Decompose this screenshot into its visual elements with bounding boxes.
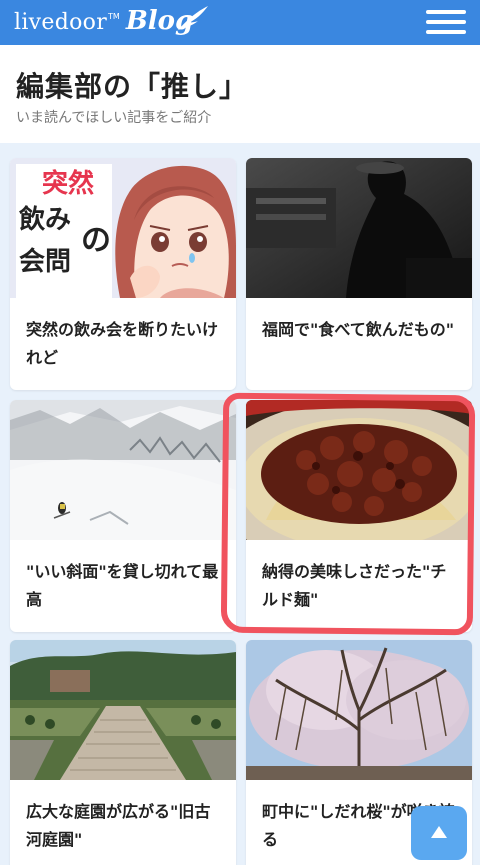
article-thumbnail-5 xyxy=(10,640,236,780)
thumb1-line-1: 突然 xyxy=(42,168,94,199)
feather-icon xyxy=(176,6,208,32)
article-thumbnail-4 xyxy=(246,400,472,540)
article-card-3[interactable]: "いい斜面"を貸し切れて最高 xyxy=(10,400,236,632)
article-title-5: 広大な庭園が広がる"旧古河庭園" xyxy=(26,802,211,849)
section-subtitle: いま読んでほしい記事をご紹介 xyxy=(16,110,212,126)
article-title-1: 突然の飲み会を断りたいけれど xyxy=(26,320,219,367)
thumb1-line-2: 飲み xyxy=(18,204,71,235)
article-title-3: "いい斜面"を貸し切れて最高 xyxy=(26,562,219,609)
article-thumbnail-1: 突然 飲み の 会問 xyxy=(10,158,236,298)
scroll-to-top-button[interactable] xyxy=(411,806,467,860)
livedoor-blog-logo[interactable]: livedoor TM Blog xyxy=(14,6,208,40)
hamburger-menu-icon[interactable] xyxy=(424,8,468,36)
thumb1-line-3: 会問 xyxy=(19,247,71,277)
app-header: livedoor TM Blog xyxy=(0,0,480,45)
section-title: 編集部の「推し」 xyxy=(16,70,249,103)
thumb1-particle: の xyxy=(81,223,111,258)
article-thumbnail-3 xyxy=(10,400,236,540)
article-thumbnail-2 xyxy=(246,158,472,298)
logo-brand: livedoor xyxy=(14,10,108,35)
arrow-up-icon xyxy=(431,826,447,838)
article-card-1[interactable]: 突然 飲み の 会問 突然の飲み会を断りたいけれど xyxy=(10,158,236,390)
article-thumbnail-6 xyxy=(246,640,472,780)
article-title-2: 福岡で"食べて飲んだもの" xyxy=(262,320,455,339)
article-card-2[interactable]: 福岡で"食べて飲んだもの" xyxy=(246,158,472,390)
article-card-4[interactable]: 納得の美味しさだった"チルド麺" xyxy=(246,400,472,632)
article-title-4: 納得の美味しさだった"チルド麺" xyxy=(262,562,447,609)
section-header: 編集部の「推し」 いま読んでほしい記事をご紹介 xyxy=(0,45,480,143)
logo-trademark: TM xyxy=(108,12,120,21)
article-card-5[interactable]: 広大な庭園が広がる"旧古河庭園" xyxy=(10,640,236,865)
